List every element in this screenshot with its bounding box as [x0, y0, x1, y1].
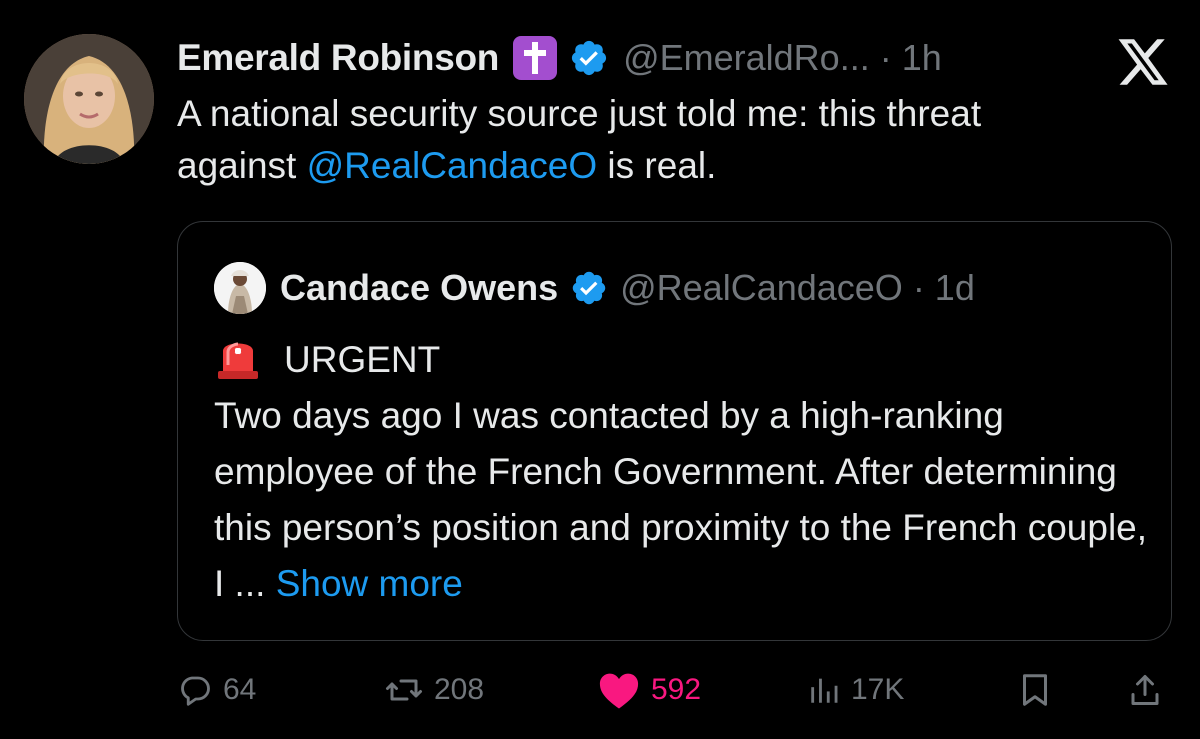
quoted-tweet-text: Two days ago I was contacted by a high-r…	[214, 388, 1154, 612]
show-more-link[interactable]: Show more	[276, 563, 463, 604]
quoted-author-handle[interactable]: @RealCandaceO · 1d	[620, 267, 975, 309]
tweet-time[interactable]: · 1h	[870, 37, 942, 78]
like-button[interactable]: 592	[597, 662, 701, 718]
reply-count: 64	[223, 673, 257, 706]
tweet-text-after-mention: is real.	[597, 145, 717, 186]
repost-icon	[384, 672, 424, 708]
heart-icon	[597, 670, 641, 710]
quoted-tweet-card[interactable]: Candace Owens @RealCandaceO · 1d URGENT …	[177, 221, 1172, 641]
tweet-text-line-2: against @RealCandaceO is real.	[177, 140, 1177, 192]
bookmark-button[interactable]	[1017, 662, 1053, 718]
quoted-verified-badge-icon	[570, 269, 608, 307]
quoted-author-avatar[interactable]	[214, 262, 266, 314]
quoted-author-display-name[interactable]: Candace Owens	[280, 267, 558, 309]
latin-cross-icon	[513, 36, 558, 80]
views-button[interactable]: 17K	[807, 662, 904, 718]
quoted-tweet-body: URGENT Two days ago I was contacted by a…	[214, 332, 1154, 612]
share-button[interactable]	[1127, 662, 1163, 718]
reply-icon	[177, 672, 213, 708]
x-logo-icon[interactable]	[1115, 37, 1171, 87]
urgent-label: URGENT	[284, 339, 441, 380]
verified-badge-icon[interactable]	[569, 38, 609, 78]
bookmark-icon	[1017, 670, 1053, 710]
quoted-tweet-time[interactable]: · 1d	[903, 267, 975, 308]
police-light-icon	[214, 333, 262, 381]
tweet-text: A national security source just told me:…	[177, 88, 1177, 192]
tweet-header: Emerald Robinson @EmeraldRo... · 1h	[177, 30, 942, 86]
repost-count: 208	[434, 673, 485, 706]
tweet-text-before-mention: against	[177, 145, 307, 186]
repost-button[interactable]: 208	[384, 662, 484, 718]
quoted-handle-text[interactable]: @RealCandaceO	[620, 267, 903, 308]
author-handle-text[interactable]: @EmeraldRo...	[623, 37, 870, 78]
quoted-tweet-header: Candace Owens @RealCandaceO · 1d	[214, 262, 975, 314]
tweet-text-line-1: A national security source just told me:…	[177, 93, 982, 134]
author-display-name[interactable]: Emerald Robinson	[177, 37, 499, 79]
author-avatar[interactable]	[24, 34, 154, 164]
mention-link[interactable]: @RealCandaceO	[307, 145, 598, 186]
reply-button[interactable]: 64	[177, 662, 256, 718]
views-count: 17K	[851, 673, 905, 706]
share-icon	[1127, 670, 1163, 710]
author-handle[interactable]: @EmeraldRo... · 1h	[623, 37, 942, 79]
like-count: 592	[651, 673, 702, 706]
views-icon	[807, 672, 841, 708]
urgent-line: URGENT	[214, 332, 1154, 388]
action-bar: 64 208 592 17K	[177, 662, 1172, 718]
